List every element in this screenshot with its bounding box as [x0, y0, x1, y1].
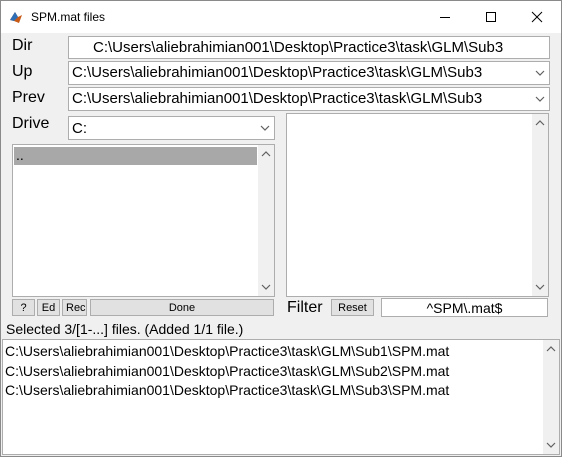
file-list-scrollbar[interactable] — [532, 114, 548, 296]
minimize-icon — [440, 17, 450, 18]
close-button[interactable] — [514, 1, 560, 33]
directory-list-scrollbar[interactable] — [258, 145, 274, 296]
selected-file-item[interactable]: C:\Users\aliebrahimian001\Desktop\Practi… — [5, 381, 449, 401]
drive-dropdown[interactable]: C: — [68, 116, 275, 140]
selected-files-list[interactable]: C:\Users\aliebrahimian001\Desktop\Practi… — [2, 339, 560, 455]
rec-button[interactable]: Rec — [62, 299, 87, 316]
scroll-up-arrow[interactable] — [532, 116, 548, 130]
chevron-up-icon — [535, 120, 545, 126]
maximize-icon — [486, 12, 496, 22]
done-button[interactable]: Done — [90, 299, 274, 316]
scroll-down-arrow[interactable] — [532, 280, 548, 294]
chevron-down-icon — [261, 284, 271, 290]
drive-dropdown-arrow[interactable] — [257, 118, 273, 138]
maximize-button[interactable] — [468, 1, 514, 33]
reset-button[interactable]: Reset — [331, 299, 374, 316]
edit-button[interactable]: Ed — [37, 299, 60, 316]
minimize-button[interactable] — [422, 1, 468, 33]
up-dropdown[interactable]: C:\Users\aliebrahimian001\Desktop\Practi… — [68, 61, 550, 85]
directory-list[interactable]: .. — [12, 144, 275, 297]
filter-value: ^SPM\.mat$ — [426, 300, 503, 316]
prev-dropdown[interactable]: C:\Users\aliebrahimian001\Desktop\Practi… — [68, 87, 550, 111]
up-dropdown-arrow[interactable] — [532, 63, 548, 83]
chevron-down-icon — [535, 284, 545, 290]
selected-file-item[interactable]: C:\Users\aliebrahimian001\Desktop\Practi… — [5, 362, 449, 382]
filter-input[interactable]: ^SPM\.mat$ — [381, 298, 548, 317]
close-icon — [531, 11, 543, 23]
help-button[interactable]: ? — [12, 299, 35, 316]
filter-label: Filter — [287, 299, 323, 316]
dir-field[interactable]: C:\Users\aliebrahimian001\Desktop\Practi… — [68, 36, 550, 59]
matlab-icon — [10, 12, 22, 23]
dir-value: C:\Users\aliebrahimian001\Desktop\Practi… — [93, 39, 504, 56]
selected-files-scrollbar[interactable] — [543, 340, 559, 454]
selected-file-item[interactable]: C:\Users\aliebrahimian001\Desktop\Practi… — [5, 342, 449, 362]
up-value: C:\Users\aliebrahimian001\Desktop\Practi… — [72, 64, 483, 81]
drive-value: C: — [72, 120, 87, 137]
up-label: Up — [12, 63, 33, 80]
scroll-up-arrow[interactable] — [258, 147, 274, 161]
prev-label: Prev — [12, 89, 45, 106]
window-title: SPM.mat files — [31, 10, 106, 24]
chevron-down-icon — [535, 70, 545, 76]
status-text: Selected 3/[1-...] files. (Added 1/1 fil… — [6, 321, 244, 337]
dir-label: Dir — [12, 37, 33, 54]
scroll-down-arrow[interactable] — [258, 280, 274, 294]
drive-label: Drive — [12, 115, 50, 132]
scroll-down-arrow[interactable] — [543, 438, 559, 452]
chevron-down-icon — [535, 96, 545, 102]
list-item[interactable]: .. — [14, 147, 257, 165]
chevron-down-icon — [546, 442, 556, 448]
title-bar: SPM.mat files — [1, 1, 561, 33]
file-list[interactable] — [286, 113, 549, 297]
chevron-up-icon — [546, 346, 556, 352]
chevron-down-icon — [260, 125, 270, 131]
scroll-up-arrow[interactable] — [543, 342, 559, 356]
list-item-label: .. — [16, 147, 24, 163]
prev-value: C:\Users\aliebrahimian001\Desktop\Practi… — [72, 90, 483, 107]
chevron-up-icon — [261, 151, 271, 157]
spm-file-selector-window: SPM.mat files Dir C:\Users\aliebrahimian… — [0, 0, 562, 457]
prev-dropdown-arrow[interactable] — [532, 89, 548, 109]
